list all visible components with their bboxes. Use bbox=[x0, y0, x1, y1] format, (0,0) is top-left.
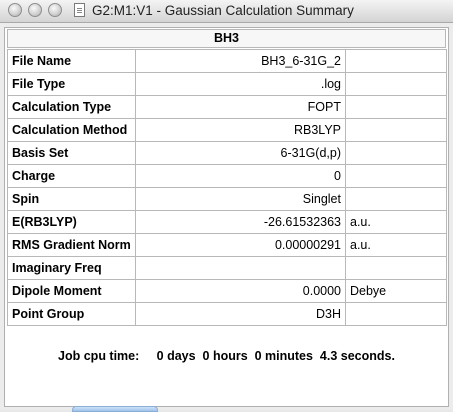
row-unit bbox=[345, 141, 447, 165]
row-unit bbox=[345, 256, 447, 280]
row-unit bbox=[345, 72, 447, 96]
row-label: Calculation Method bbox=[7, 118, 136, 142]
row-value: -26.61532363 bbox=[135, 210, 346, 234]
row-unit bbox=[345, 118, 447, 142]
row-label: Spin bbox=[7, 187, 136, 211]
summary-table: File Name BH3_6-31G_2 File Type .log Cal… bbox=[7, 49, 447, 326]
job-cpu-time-text: Job cpu time: 0 days 0 hours 0 minutes 4… bbox=[58, 349, 395, 363]
close-window-button[interactable] bbox=[8, 3, 22, 17]
row-label: File Type bbox=[7, 72, 136, 96]
row-value: D3H bbox=[135, 302, 346, 326]
zoom-window-button[interactable] bbox=[48, 3, 62, 17]
table-row: Point Group D3H bbox=[7, 302, 447, 326]
molecule-name-header: BH3 bbox=[7, 29, 446, 48]
row-label: RMS Gradient Norm bbox=[7, 233, 136, 257]
title-bar[interactable]: G2:M1:V1 - Gaussian Calculation Summary bbox=[0, 0, 453, 23]
row-unit: a.u. bbox=[345, 210, 447, 234]
row-label: Calculation Type bbox=[7, 95, 136, 119]
row-label: File Name bbox=[7, 49, 136, 73]
table-row: Spin Singlet bbox=[7, 187, 447, 211]
row-value: 0 bbox=[135, 164, 346, 188]
calculation-summary-window: G2:M1:V1 - Gaussian Calculation Summary … bbox=[0, 0, 453, 412]
row-unit: Debye bbox=[345, 279, 447, 303]
row-value: RB3LYP bbox=[135, 118, 346, 142]
window-title: G2:M1:V1 - Gaussian Calculation Summary bbox=[92, 3, 354, 18]
row-label: Imaginary Freq bbox=[7, 256, 136, 280]
row-value: Singlet bbox=[135, 187, 346, 211]
row-unit bbox=[345, 187, 447, 211]
row-value: .log bbox=[135, 72, 346, 96]
table-row: Calculation Method RB3LYP bbox=[7, 118, 447, 142]
row-unit bbox=[345, 302, 447, 326]
row-unit bbox=[345, 49, 447, 73]
summary-panel: BH3 File Name BH3_6-31G_2 File Type .log… bbox=[4, 27, 449, 407]
row-value bbox=[135, 256, 346, 280]
row-value: BH3_6-31G_2 bbox=[135, 49, 346, 73]
row-label: Basis Set bbox=[7, 141, 136, 165]
row-unit bbox=[345, 95, 447, 119]
table-row: E(RB3LYP) -26.61532363 a.u. bbox=[7, 210, 447, 234]
table-row: File Name BH3_6-31G_2 bbox=[7, 49, 447, 73]
row-label: Point Group bbox=[7, 302, 136, 326]
minimize-window-button[interactable] bbox=[28, 3, 42, 17]
row-unit bbox=[345, 164, 447, 188]
row-value: 0.00000291 bbox=[135, 233, 346, 257]
table-row: Dipole Moment 0.0000 Debye bbox=[7, 279, 447, 303]
table-row: Imaginary Freq bbox=[7, 256, 447, 280]
row-value: 0.0000 bbox=[135, 279, 346, 303]
table-row: Basis Set 6-31G(d,p) bbox=[7, 141, 447, 165]
row-value: FOPT bbox=[135, 95, 346, 119]
document-icon bbox=[74, 3, 85, 17]
table-row: Charge 0 bbox=[7, 164, 447, 188]
row-label: E(RB3LYP) bbox=[7, 210, 136, 234]
row-value: 6-31G(d,p) bbox=[135, 141, 346, 165]
row-label: Dipole Moment bbox=[7, 279, 136, 303]
dialog-button-edge[interactable] bbox=[72, 406, 158, 412]
table-row: File Type .log bbox=[7, 72, 447, 96]
row-unit: a.u. bbox=[345, 233, 447, 257]
row-label: Charge bbox=[7, 164, 136, 188]
table-row: Calculation Type FOPT bbox=[7, 95, 447, 119]
table-row: RMS Gradient Norm 0.00000291 a.u. bbox=[7, 233, 447, 257]
